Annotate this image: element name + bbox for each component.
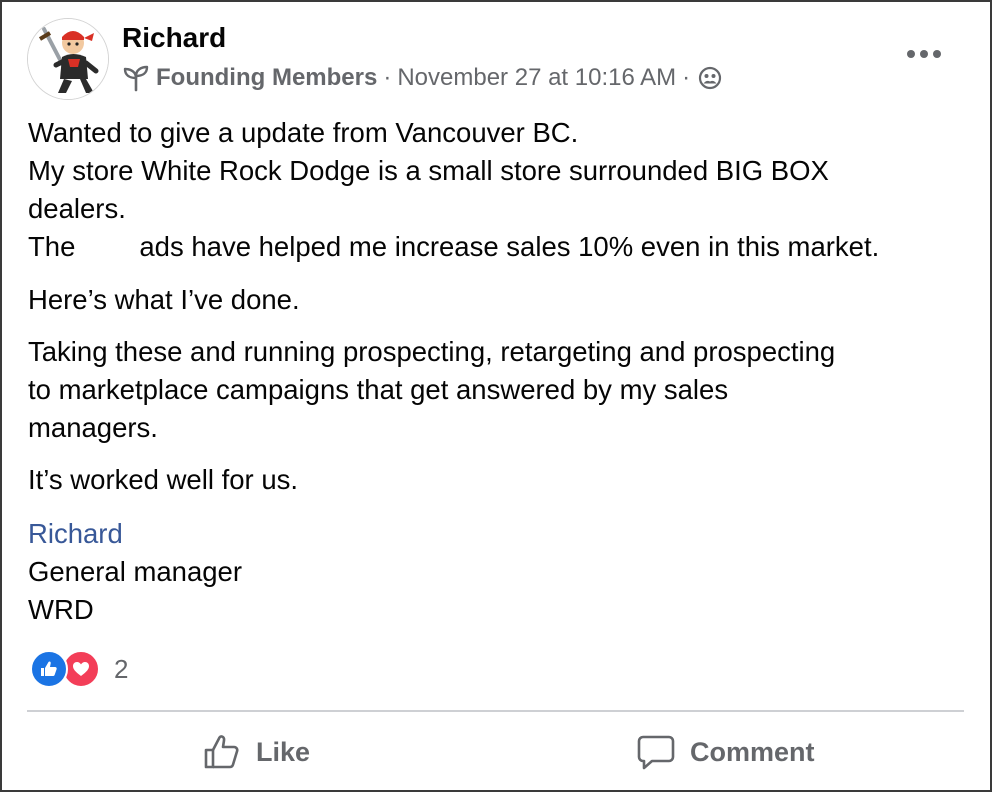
- body-line: Wanted to give a update from Vancouver B…: [28, 117, 579, 148]
- reaction-count[interactable]: 2: [114, 654, 128, 685]
- signature-title: General manager: [28, 556, 243, 587]
- group-name[interactable]: Founding Members: [156, 64, 377, 92]
- like-button[interactable]: Like: [202, 728, 310, 776]
- reactions-summary[interactable]: 2: [30, 650, 128, 688]
- comment-button[interactable]: Comment: [636, 728, 815, 776]
- meta-separator: ·: [383, 64, 392, 91]
- body-paragraph: It’s worked well for us.: [28, 464, 299, 495]
- body-line: My store White Rock Dodge is a small sto…: [28, 155, 829, 186]
- action-divider: [27, 710, 964, 712]
- like-reaction-icon: [30, 650, 68, 688]
- body-line: The ads have helped me increase sales 10%…: [28, 228, 978, 266]
- like-label: Like: [256, 736, 311, 767]
- more-horizontal-icon: [907, 50, 941, 58]
- body-line: Taking these and running prospecting, re…: [28, 336, 836, 367]
- post-body: Wanted to give a update from Vancouver B…: [28, 114, 978, 629]
- more-options-button[interactable]: [902, 36, 946, 72]
- post-meta: Founding Members · November 27 at 10:16 …: [122, 62, 722, 94]
- body-line: dealers.: [28, 193, 126, 224]
- comment-label: Comment: [690, 736, 815, 767]
- body-line-start: The: [28, 231, 76, 262]
- signature-company: WRD: [28, 594, 94, 625]
- body-paragraph: Here’s what I’ve done.: [28, 284, 300, 315]
- post-timestamp[interactable]: November 27 at 10:16 AM: [397, 64, 676, 92]
- sprout-icon: [123, 65, 149, 92]
- avatar-image: [28, 19, 108, 99]
- author-name[interactable]: Richard: [122, 22, 226, 54]
- body-line: to marketplace campaigns that get answer…: [28, 374, 729, 405]
- members-globe-icon[interactable]: [698, 66, 722, 90]
- meta-separator-2: ·: [682, 64, 691, 91]
- thumbs-up-icon: [204, 735, 239, 769]
- body-line: managers.: [28, 412, 158, 443]
- author-avatar[interactable]: [27, 18, 109, 100]
- speech-bubble-icon: [637, 735, 675, 770]
- signature-name-link[interactable]: Richard: [28, 515, 978, 553]
- post-card: Richard Founding Members · November 27 a…: [0, 0, 992, 792]
- body-line-end: ads have helped me increase sales 10% ev…: [139, 231, 880, 262]
